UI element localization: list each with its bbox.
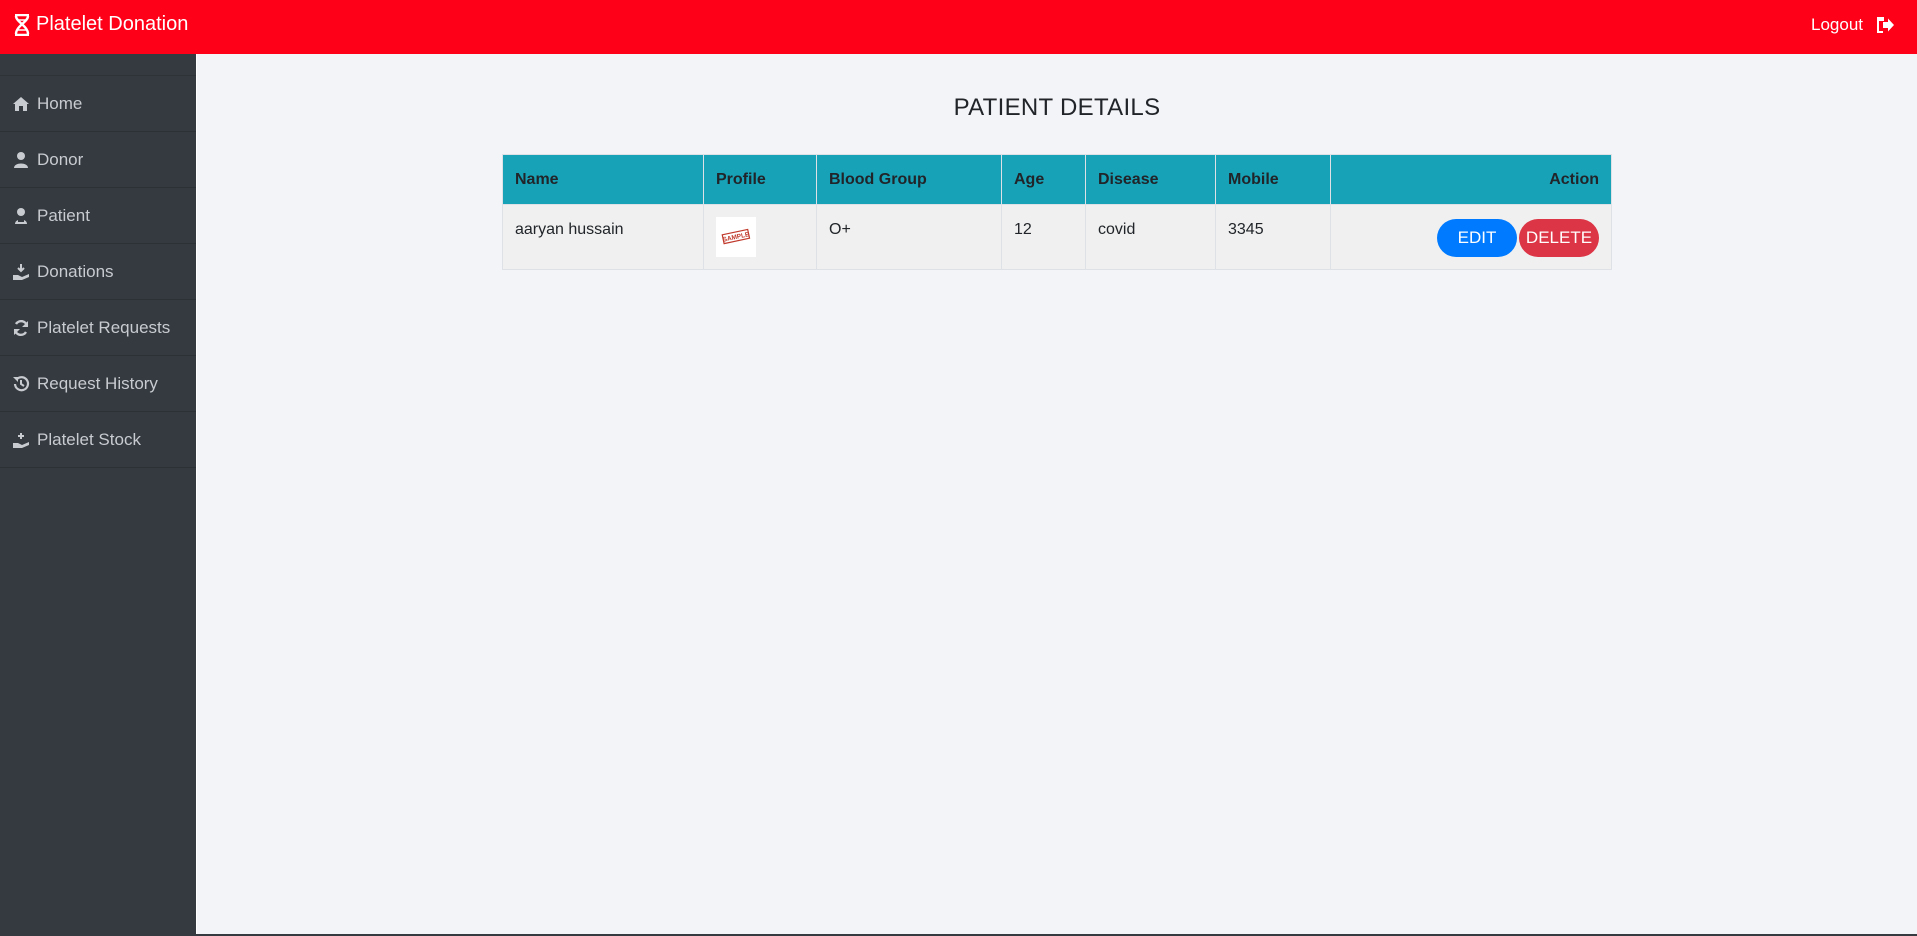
- logout-link[interactable]: Logout: [1811, 15, 1895, 35]
- brand[interactable]: Platelet Donation: [12, 13, 188, 36]
- sidebar-item-label: Donor: [37, 149, 84, 169]
- sidebar-item-home[interactable]: Home: [0, 76, 196, 132]
- logout-label: Logout: [1811, 15, 1863, 34]
- page-title: PATIENT DETAILS: [953, 94, 1161, 121]
- profile-image: SAMPLE: [716, 217, 756, 257]
- sidebar-item-label: Platelet Stock: [37, 429, 141, 449]
- sidebar-item-label: Home: [37, 93, 83, 113]
- sign-out-icon: [1877, 17, 1895, 33]
- column-header-profile: Profile: [703, 154, 817, 205]
- sidebar-item-platelet-requests[interactable]: Platelet Requests: [0, 300, 196, 356]
- delete-button[interactable]: DELETE: [1519, 219, 1599, 257]
- user-icon: [12, 151, 30, 169]
- column-header-action: Action: [1330, 154, 1612, 205]
- cell-action: EDIT DELETE: [1330, 204, 1612, 270]
- cell-profile: SAMPLE: [703, 204, 817, 270]
- top-navbar: Platelet Donation Logout: [0, 0, 1917, 54]
- column-header-age: Age: [1001, 154, 1086, 205]
- cell-mobile: 3345: [1215, 204, 1331, 270]
- sidebar-item-platelet-stock[interactable]: Platelet Stock: [0, 412, 196, 468]
- patient-table: Name Profile Blood Group Age Disease Mob…: [502, 154, 1612, 270]
- sidebar-item-donations[interactable]: Donations: [0, 244, 196, 300]
- column-header-blood-group: Blood Group: [816, 154, 1002, 205]
- column-header-mobile: Mobile: [1215, 154, 1331, 205]
- table-row: aaryan hussain SAMPLE O+ 12 covid 3345 E…: [502, 204, 1612, 270]
- history-icon: [12, 375, 30, 393]
- sidebar: Home Donor Patient Donations Platelet Re…: [0, 54, 196, 936]
- sidebar-item-label: Platelet Requests: [37, 317, 171, 337]
- table-header-row: Name Profile Blood Group Age Disease Mob…: [502, 154, 1612, 205]
- user-injured-icon: [12, 207, 30, 225]
- sidebar-item-patient[interactable]: Patient: [0, 188, 196, 244]
- sidebar-item-label: Request History: [37, 373, 158, 393]
- sidebar-item-label: Donations: [37, 261, 114, 281]
- cell-name: aaryan hussain: [502, 204, 704, 270]
- edit-button[interactable]: EDIT: [1437, 219, 1517, 257]
- sidebar-item-donor[interactable]: Donor: [0, 132, 196, 188]
- brand-title: Platelet Donation: [36, 13, 189, 35]
- sidebar-item-request-history[interactable]: Request History: [0, 356, 196, 412]
- cell-age: 12: [1001, 204, 1086, 270]
- cell-blood-group: O+: [816, 204, 1002, 270]
- hand-holding-icon: [12, 263, 30, 281]
- home-icon: [12, 95, 30, 113]
- patient-table-container: Name Profile Blood Group Age Disease Mob…: [502, 154, 1612, 270]
- sidebar-nav: Home Donor Patient Donations Platelet Re…: [0, 75, 196, 468]
- column-header-disease: Disease: [1085, 154, 1216, 205]
- main-content: PATIENT DETAILS Name Profile Blood Group…: [197, 54, 1917, 934]
- column-header-name: Name: [502, 154, 704, 205]
- sidebar-item-label: Patient: [37, 205, 90, 225]
- cell-disease: covid: [1085, 204, 1216, 270]
- sync-icon: [12, 319, 30, 337]
- hand-holding-medical-icon: [12, 431, 30, 449]
- dna-icon: [12, 13, 32, 36]
